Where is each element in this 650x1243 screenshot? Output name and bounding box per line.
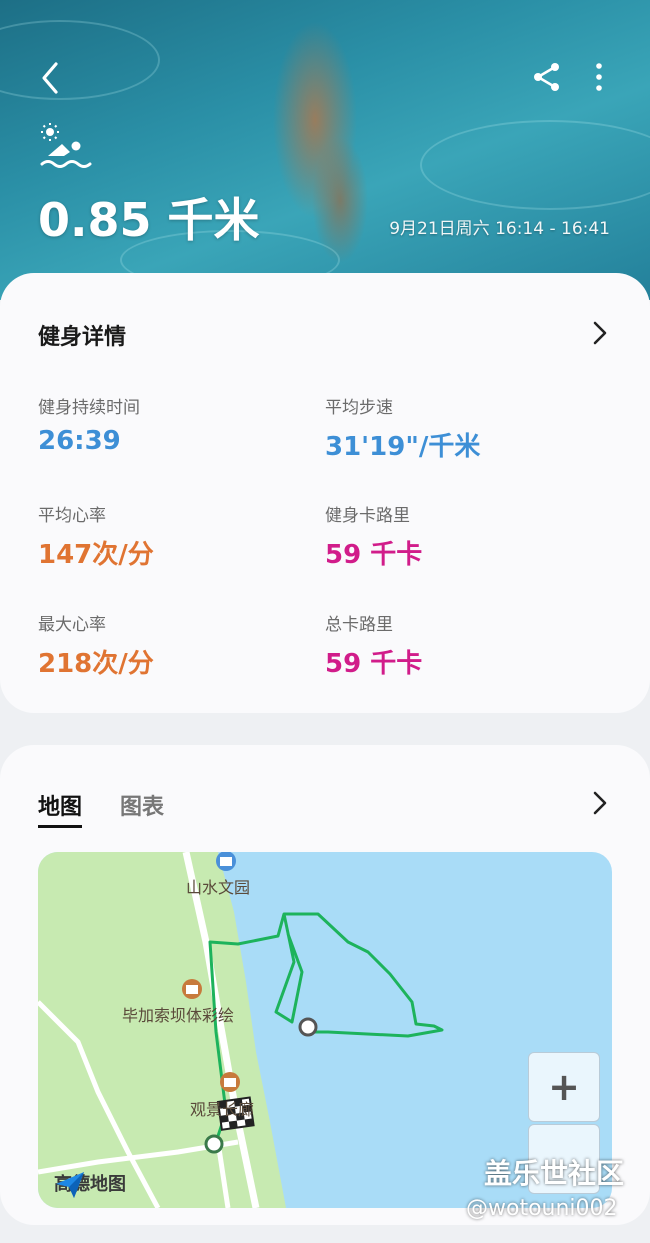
share-icon — [534, 63, 559, 91]
stat-value: 218次/分 — [38, 649, 154, 679]
water-ripple — [0, 20, 160, 100]
more-options-button[interactable] — [588, 60, 610, 94]
stat-avg-heart-rate: 平均心率 147次/分 — [38, 501, 154, 571]
zoom-in-button[interactable]: + — [528, 1052, 600, 1122]
stat-workout-calories: 健身卡路里 59 千卡 — [325, 501, 422, 571]
stat-total-calories: 总卡路里 59 千卡 — [325, 610, 422, 680]
stat-label: 健身持续时间 — [38, 398, 140, 418]
tab-map[interactable]: 地图 — [38, 789, 83, 828]
amap-logo: 高德地图 — [54, 1170, 126, 1198]
water-ripple — [420, 120, 650, 210]
stat-value: 147次/分 — [38, 540, 154, 570]
swimming-icon — [40, 123, 92, 168]
stat-value: 31'19"/千米 — [325, 432, 481, 462]
stat-avg-pace: 平均步速 31'19"/千米 — [325, 393, 480, 463]
chevron-right-icon[interactable] — [590, 790, 610, 816]
watermark-user: @wotouni002 — [466, 1196, 618, 1221]
more-vertical-icon — [596, 63, 602, 91]
route-end-marker — [298, 1017, 318, 1037]
stat-value: 59 千卡 — [325, 540, 423, 570]
stat-label: 平均步速 — [325, 398, 393, 418]
tab-chart[interactable]: 图表 — [120, 789, 164, 821]
stat-max-heart-rate: 最大心率 218次/分 — [38, 610, 154, 680]
back-button[interactable] — [34, 58, 70, 98]
stat-duration: 健身持续时间 26:39 — [38, 393, 140, 456]
place-label: 观景长廊 — [190, 1100, 255, 1119]
back-arrow-icon — [42, 62, 58, 94]
chevron-right-icon[interactable] — [590, 320, 610, 346]
stat-value: 59 千卡 — [325, 649, 423, 679]
share-button[interactable] — [530, 60, 564, 94]
stat-value: 26:39 — [38, 426, 121, 456]
stat-label: 最大心率 — [38, 615, 106, 635]
workout-details-card: 健身详情 健身持续时间 26:39 平均步速 31'19"/千米 平均心率 14… — [0, 273, 650, 713]
hero-banner: 0.85 千米 9月21日周六 16:14 - 16:41 — [0, 0, 650, 300]
workout-datetime: 9月21日周六 16:14 - 16:41 — [389, 219, 610, 239]
place-label: 毕加索坝体彩绘 — [122, 1006, 235, 1025]
stat-label: 健身卡路里 — [325, 506, 410, 526]
route-start-marker — [204, 1134, 224, 1154]
distance-value: 0.85 千米 — [38, 193, 260, 247]
watermark-community: 盖乐世社区 — [484, 1157, 625, 1190]
stat-label: 平均心率 — [38, 506, 106, 526]
landmark-icon — [220, 1072, 240, 1092]
details-title: 健身详情 — [38, 325, 127, 350]
landmark-icon — [182, 979, 202, 999]
place-label: 山水文园 — [186, 878, 251, 897]
stat-label: 总卡路里 — [325, 615, 393, 635]
amap-logo-icon — [56, 1172, 84, 1198]
